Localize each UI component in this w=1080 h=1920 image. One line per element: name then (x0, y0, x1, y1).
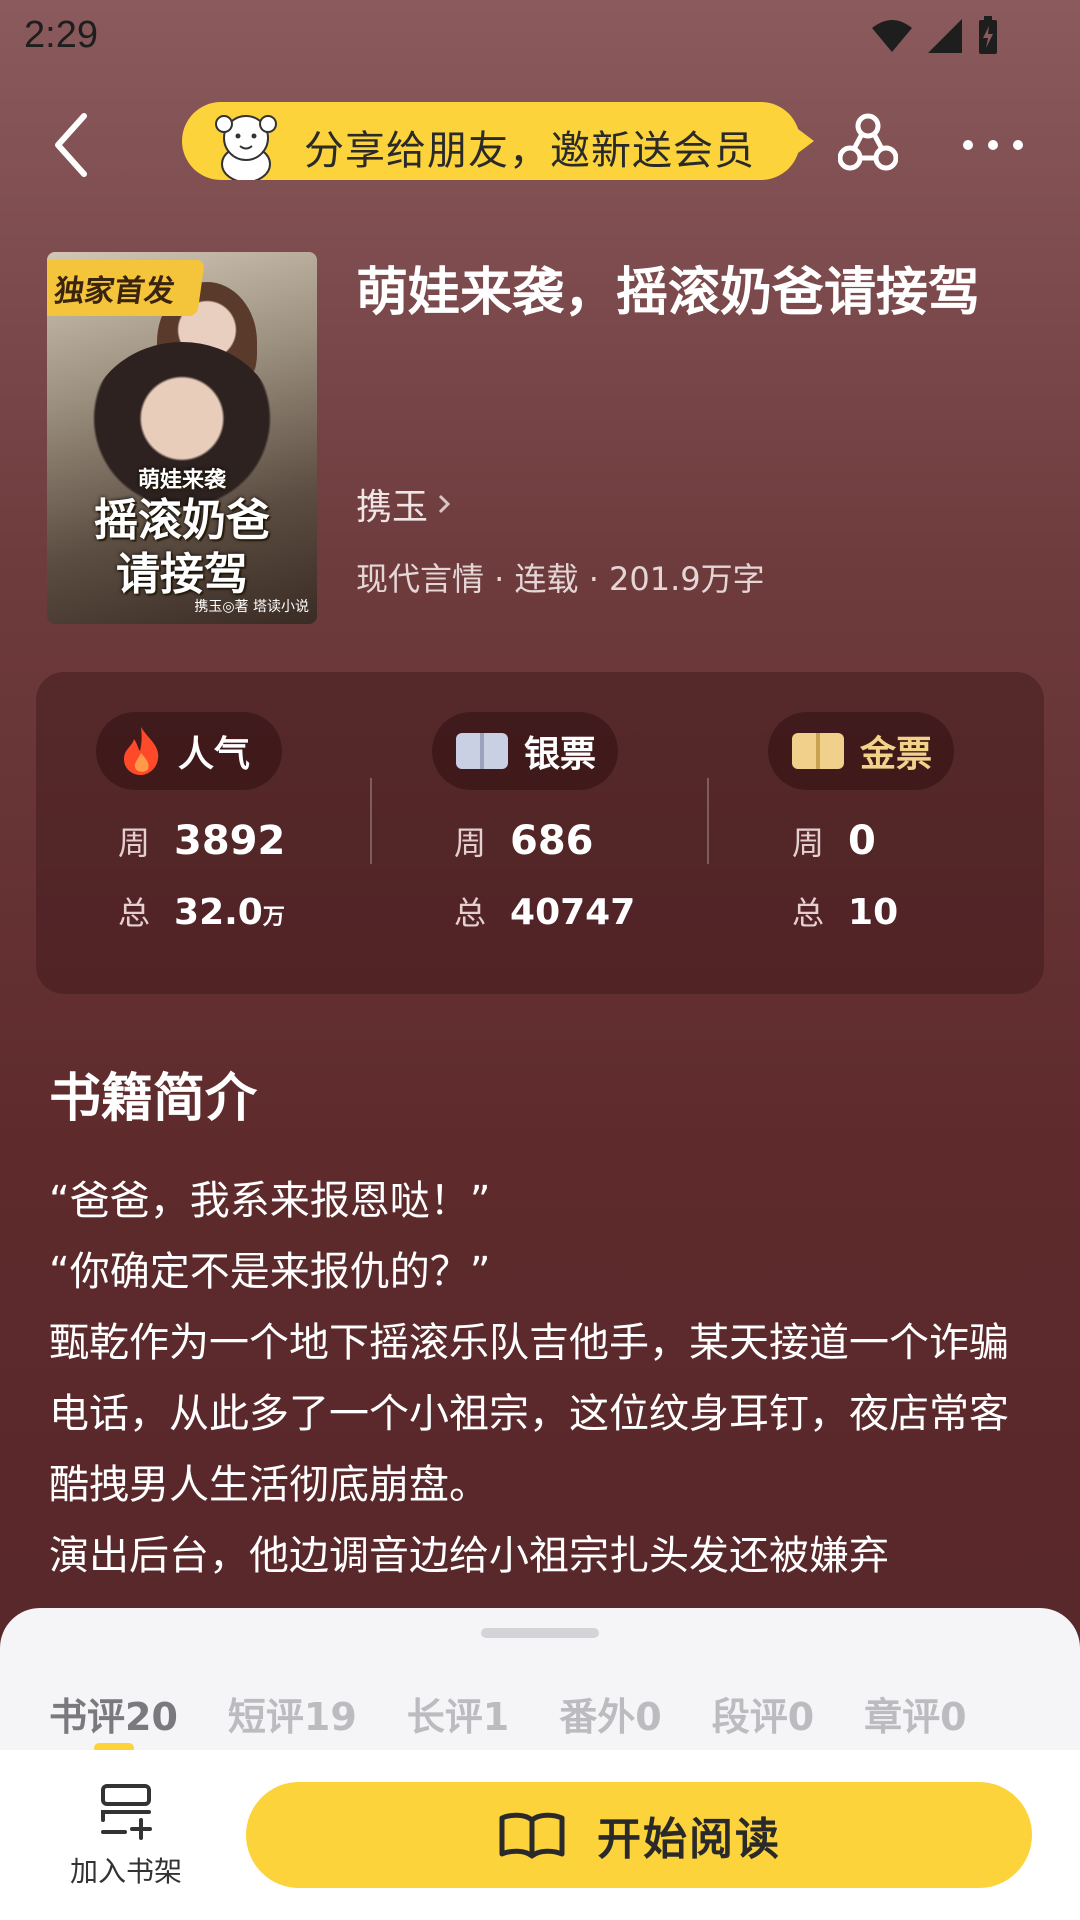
review-tabs: 书评20 短评19 长评1 番外0 段评0 章评0 (49, 1686, 1017, 1741)
mascot-icon (215, 115, 277, 180)
start-reading-label: 开始阅读 (597, 1814, 781, 1865)
exclusive-badge: 独家首发 (47, 260, 205, 316)
intro-title: 书籍简介 (49, 1069, 258, 1129)
fire-icon (124, 727, 159, 775)
intro-text: “爸爸，我系来报恩哒！” “你确定不是来报仇的？” 甄乾作为一个地下摇滚乐队吉他… (49, 1166, 1009, 1592)
status-bar: 2:29 (0, 0, 1080, 70)
tab-long-reviews[interactable]: 长评1 (407, 1686, 509, 1741)
status-time: 2:29 (24, 14, 98, 56)
add-shelf-label: 加入书架 (69, 1855, 182, 1888)
cover-title-line1: 摇滚奶爸 (94, 495, 270, 546)
add-to-shelf-button[interactable]: 加入书架 (56, 1780, 196, 1890)
gold-total: 总 10 (792, 892, 899, 933)
popularity-total: 总 32.0万 (118, 892, 285, 933)
popularity-week: 周 3892 (118, 818, 286, 864)
share-banner-text: 分享给朋友，邀新送会员 (304, 128, 755, 174)
popularity-total-unit: 万 (262, 905, 285, 930)
action-bar: 加入书架 开始阅读 (0, 1750, 1080, 1920)
share-icon[interactable] (838, 112, 898, 174)
tab-short-reviews[interactable]: 短评19 (228, 1686, 357, 1741)
gold-ticket-pill[interactable]: 金票 (768, 712, 954, 790)
status-icons (870, 16, 1000, 56)
sheet-drag-handle[interactable] (481, 1628, 599, 1638)
tab-paragraph-reviews[interactable]: 段评0 (712, 1686, 814, 1741)
popularity-total-value: 32.0 (174, 892, 263, 933)
silver-total: 总 40747 (454, 892, 636, 933)
author-link[interactable]: 携玉 (356, 478, 454, 530)
open-book-icon (499, 1812, 565, 1859)
add-shelf-icon (101, 1784, 152, 1840)
popularity-week-value: 3892 (174, 818, 286, 864)
gold-total-value: 10 (848, 892, 899, 933)
gold-week: 周 0 (792, 818, 876, 864)
chevron-right-icon (438, 494, 451, 514)
back-arrow-icon[interactable] (48, 110, 98, 180)
signal-icon (928, 19, 962, 53)
cover-footer: 携玉◎著 塔读小说 (194, 599, 309, 615)
tab-extras[interactable]: 番外0 (559, 1686, 661, 1741)
silver-ticket-icon (456, 733, 508, 769)
banner-pointer (798, 129, 814, 153)
more-options-icon[interactable] (958, 130, 1028, 160)
cover-title-line2: 请接驾 (116, 549, 248, 600)
cover-title: 萌娃来袭 摇滚奶爸 请接驾 (67, 462, 297, 602)
intro-line: “爸爸，我系来报恩哒！” (49, 1178, 491, 1224)
author-name: 携玉 (356, 487, 429, 528)
gold-ticket-icon (792, 733, 844, 769)
gold-ticket-label: 金票 (860, 734, 933, 775)
gold-week-value: 0 (848, 818, 876, 864)
book-title: 萌娃来袭，摇滚奶爸请接驾 (356, 263, 981, 323)
start-reading-button[interactable]: 开始阅读 (246, 1782, 1032, 1888)
stats-divider (707, 778, 709, 864)
intro-line: “你确定不是来报仇的？” (49, 1249, 491, 1295)
tab-book-reviews[interactable]: 书评20 (49, 1686, 178, 1741)
share-invite-banner[interactable]: 分享给朋友，邀新送会员 (182, 102, 814, 180)
book-meta: 现代言情 · 连载 · 201.9万字 (356, 560, 765, 598)
intro-line: 演出后台，他边调音边给小祖宗扎头发还被嫌弃 (49, 1533, 889, 1579)
silver-ticket-label: 银票 (524, 734, 597, 775)
tab-chapter-reviews[interactable]: 章评0 (864, 1686, 966, 1741)
popularity-pill[interactable]: 人气 (96, 712, 282, 790)
cover-title-small: 萌娃来袭 (137, 467, 226, 493)
silver-week: 周 686 (454, 818, 594, 864)
silver-total-value: 40747 (510, 892, 636, 933)
popularity-label: 人气 (178, 734, 251, 775)
battery-icon (979, 16, 997, 54)
stats-divider (370, 778, 372, 864)
silver-week-value: 686 (510, 818, 594, 864)
intro-line: 甄乾作为一个地下摇滚乐队吉他手，某天接道一个诈骗电话，从此多了一个小祖宗，这位纹… (49, 1320, 1009, 1508)
wifi-icon (872, 20, 912, 52)
book-cover[interactable]: 独家首发 萌娃来袭 摇滚奶爸 请接驾 携玉◎著 塔读小说 (47, 252, 317, 624)
silver-ticket-pill[interactable]: 银票 (432, 712, 618, 790)
